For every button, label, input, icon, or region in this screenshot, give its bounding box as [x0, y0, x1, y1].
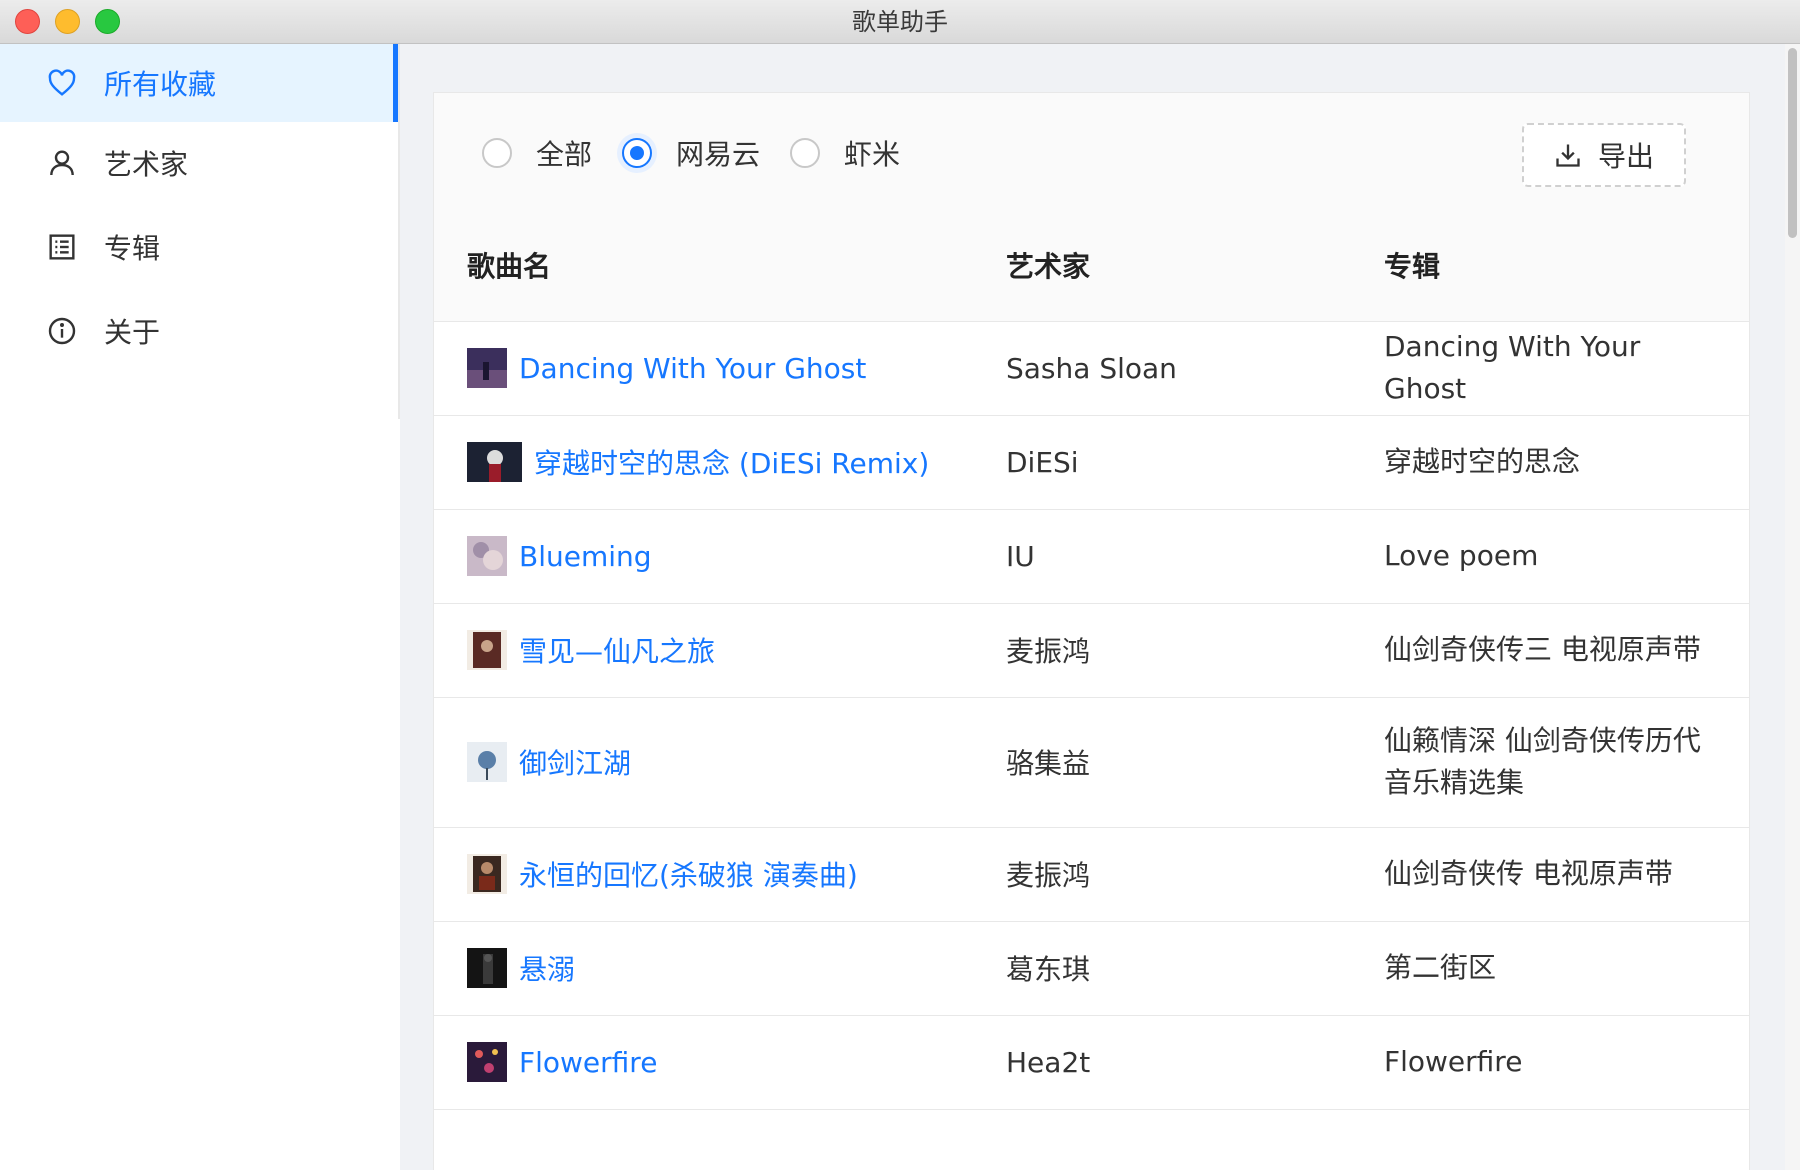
song-title-link[interactable]: 永恒的回忆(杀破狼 演奏曲)	[519, 854, 858, 894]
sidebar-item-albums[interactable]: 专辑	[0, 208, 398, 286]
sidebar-item-all-favorites[interactable]: 所有收藏	[0, 44, 398, 122]
song-title-link[interactable]: 雪见—仙凡之旅	[519, 630, 715, 670]
album-cover	[467, 854, 507, 894]
table-row: 悬溺 葛东琪 第二街区	[434, 921, 1749, 1016]
export-label: 导出	[1597, 140, 1654, 173]
scrollbar-thumb[interactable]	[1788, 48, 1797, 238]
filter-option-netease[interactable]: 网易云	[622, 133, 760, 173]
song-title-link[interactable]: Blueming	[519, 540, 652, 573]
album-cover	[467, 630, 507, 670]
radio-button[interactable]	[482, 138, 512, 168]
sidebar-item-label: 艺术家	[104, 148, 189, 181]
song-title-link[interactable]: 悬溺	[519, 948, 575, 988]
album-cover	[467, 442, 522, 482]
sidebar-item-artists[interactable]: 艺术家	[0, 124, 398, 202]
artist-cell: 麦振鸿	[1006, 859, 1091, 892]
export-button[interactable]: 导出	[1522, 123, 1686, 187]
column-header-song[interactable]: 歌曲名	[467, 213, 551, 321]
album-cover	[467, 742, 507, 782]
table-row: 穿越时空的思念 (DiESi Remix) DiESi 穿越时空的思念	[434, 415, 1749, 510]
artist-cell: 骆集益	[1006, 747, 1091, 780]
table-header: 歌曲名 艺术家 专辑	[434, 213, 1749, 322]
artist-cell: 葛东琪	[1006, 953, 1091, 986]
title-bar: 歌单助手	[0, 0, 1800, 44]
album-cell: Love poem	[1384, 539, 1539, 572]
table-row: 雪见—仙凡之旅 麦振鸿 仙剑奇侠传三 电视原声带	[434, 603, 1749, 698]
sidebar: 所有收藏 艺术家 专辑 关于	[0, 44, 398, 1170]
radio-button[interactable]	[622, 138, 653, 168]
app-window: 歌单助手 所有收藏 艺术家 专辑 关于 全部 网易云 虾米 导出 歌曲名 艺术家…	[0, 0, 1800, 1170]
radio-button[interactable]	[790, 138, 821, 168]
filter-option-all[interactable]: 全部	[482, 133, 592, 173]
table-row: Flowerfire Hea2t Flowerfire	[434, 1015, 1749, 1110]
song-title-link[interactable]: 御剑江湖	[519, 742, 631, 782]
heart-icon	[46, 67, 78, 99]
user-icon	[46, 147, 78, 179]
toolbar: 全部 网易云 虾米 导出	[434, 93, 1749, 214]
column-header-album[interactable]: 专辑	[1384, 213, 1440, 321]
sidebar-item-label: 专辑	[104, 232, 161, 265]
artist-cell: Hea2t	[1006, 1045, 1091, 1079]
album-cover	[467, 948, 507, 988]
sidebar-item-label: 所有收藏	[104, 68, 217, 101]
album-cell: 仙剑奇侠传三 电视原声带	[1384, 633, 1701, 666]
radio-label: 网易云	[676, 138, 761, 171]
table-row: Dancing With Your Ghost Sasha Sloan Danc…	[434, 321, 1749, 416]
table-row: 御剑江湖 骆集益 仙籁情深 仙剑奇侠传历代音乐精选集	[434, 697, 1749, 828]
song-title-link[interactable]: 穿越时空的思念 (DiESi Remix)	[534, 442, 929, 482]
song-title-link[interactable]: Flowerfire	[519, 1046, 657, 1079]
table-row: 永恒的回忆(杀破狼 演奏曲) 麦振鸿 仙剑奇侠传 电视原声带	[434, 827, 1749, 922]
artist-cell: IU	[1006, 539, 1035, 573]
song-title-link[interactable]: Dancing With Your Ghost	[519, 352, 866, 385]
album-cell: 第二街区	[1384, 951, 1497, 984]
album-cell: 仙剑奇侠传 电视原声带	[1384, 857, 1673, 890]
album-cell: Dancing With Your Ghost	[1384, 330, 1641, 405]
artist-cell: Sasha Sloan	[1006, 351, 1177, 385]
album-cell: 仙籁情深 仙剑奇侠传历代音乐精选集	[1384, 724, 1701, 799]
sidebar-item-label: 关于	[104, 316, 161, 349]
artist-cell: DiESi	[1006, 445, 1079, 479]
column-header-artist[interactable]: 艺术家	[1006, 213, 1090, 321]
filter-option-xiami[interactable]: 虾米	[790, 133, 900, 173]
radio-label: 全部	[536, 138, 593, 171]
download-icon	[1556, 144, 1580, 167]
source-filter: 全部 网易云 虾米	[482, 93, 930, 213]
table-row: Blueming IU Love poem	[434, 509, 1749, 604]
sidebar-item-about[interactable]: 关于	[0, 292, 398, 370]
album-cell: 穿越时空的思念	[1384, 445, 1581, 478]
album-cover	[467, 536, 507, 576]
window-title: 歌单助手	[852, 8, 948, 36]
artist-cell: 麦振鸿	[1006, 635, 1091, 668]
album-cell: Flowerfire	[1384, 1045, 1523, 1078]
list-icon	[46, 231, 78, 263]
album-cover	[467, 348, 507, 388]
radio-label: 虾米	[844, 138, 901, 171]
album-cover	[467, 1042, 507, 1082]
favorites-card: 全部 网易云 虾米 导出 歌曲名 艺术家 专辑 Dancing With You…	[433, 92, 1750, 1170]
info-icon	[46, 315, 78, 347]
